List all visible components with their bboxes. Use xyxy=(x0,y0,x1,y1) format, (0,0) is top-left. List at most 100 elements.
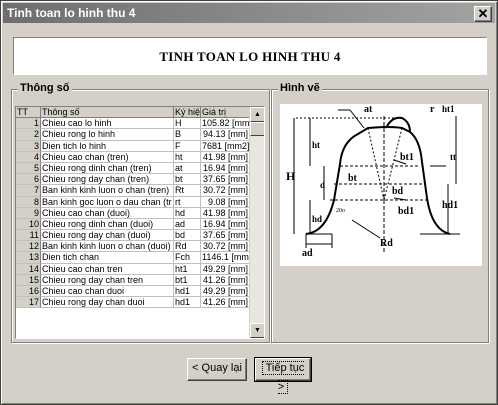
column-header-tt[interactable]: TT xyxy=(16,107,41,119)
row-symbol: ad xyxy=(174,218,201,231)
row-value: 16.94 [mm] xyxy=(201,218,250,231)
row-value: 7681 [mm2] xyxy=(201,140,250,152)
row-number: 16 xyxy=(16,286,41,298)
table-header-row: TT Thông số Ký hiệ Giá trị xyxy=(16,107,250,119)
label-bd: bd xyxy=(392,186,404,197)
row-param-name: Chieu rong dinh chan (duoi) xyxy=(41,218,174,231)
table-row[interactable]: 12 Ban kinh kinh luon o chan (duoi) Rd 30.7… xyxy=(16,241,250,253)
table-row[interactable]: 15 Chieu rong day chan tren bt1 41.26 [mm] xyxy=(16,274,250,286)
params-group: Thông số TT Thông số Ký hiệ Giá trị 1 Chi… xyxy=(11,82,270,343)
row-value: 16.94 [mm] xyxy=(201,162,250,175)
drawing-group: Hình vẽ at r ht1 ht bt1 H d bt bd tt bd1… xyxy=(271,82,489,343)
table-row[interactable]: 14 Chieu cao chan tren ht1 49.29 [mm] xyxy=(16,263,250,275)
label-H: H xyxy=(286,169,296,183)
row-symbol: hd1 xyxy=(174,286,201,298)
table-row[interactable]: 3 Dien tich lo hinh F 7681 [mm2] xyxy=(16,140,250,152)
row-symbol: rt xyxy=(174,196,201,208)
close-button[interactable]: ✕ xyxy=(474,6,492,22)
label-ad: ad xyxy=(302,248,313,259)
label-bt: bt xyxy=(348,173,358,184)
groove-diagram: at r ht1 ht bt1 H d bt bd tt bd1 hd1 hd … xyxy=(286,104,460,259)
row-param-name: Chieu rong dinh chan (tren) xyxy=(41,162,174,175)
params-table[interactable]: TT Thông số Ký hiệ Giá trị 1 Chieu cao lo… xyxy=(15,106,265,339)
row-param-name: Chieu cao chan duoi xyxy=(41,286,174,298)
next-button[interactable]: Tiếp tục > xyxy=(254,357,312,394)
row-value: 37.65 [mm] xyxy=(201,230,250,242)
row-value: 30.72 [mm] xyxy=(201,185,250,197)
row-param-name: Dien tich chan xyxy=(41,252,174,264)
table-row[interactable]: 6 Chieu rong day chan (tren) bt 37.65 [mm] xyxy=(16,174,250,186)
title-bar: Tinh toan lo hinh thu 4 ✕ xyxy=(3,3,495,23)
row-number: 7 xyxy=(16,185,41,197)
row-symbol: bt xyxy=(174,174,201,186)
params-table-body: TT Thông số Ký hiệ Giá trị 1 Chieu cao lo… xyxy=(16,107,250,309)
table-row[interactable]: 16 Chieu cao chan duoi hd1 49.29 [mm] xyxy=(16,286,250,298)
table-row[interactable]: 8 Ban kinh goc luon o dau chan (tr rt 9.08 … xyxy=(16,196,250,208)
row-value: 105.82 [mm] xyxy=(201,118,250,130)
label-r: r xyxy=(430,104,435,115)
row-symbol: F xyxy=(174,140,201,152)
row-number: 3 xyxy=(16,140,41,152)
row-value: 49.29 [mm] xyxy=(201,286,250,298)
next-button-label: Tiếp tục > xyxy=(261,361,305,394)
column-header-param[interactable]: Thông số xyxy=(41,107,174,119)
column-header-value[interactable]: Giá trị xyxy=(201,107,250,119)
label-bt1: bt1 xyxy=(400,152,414,163)
column-header-symbol[interactable]: Ký hiệ xyxy=(174,107,201,119)
row-value: 49.29 [mm] xyxy=(201,263,250,275)
row-value: 41.98 [mm] xyxy=(201,151,250,163)
row-symbol: at xyxy=(174,162,201,175)
row-symbol: B xyxy=(174,129,201,141)
row-symbol: Rt xyxy=(174,185,201,197)
header-panel: TINH TOAN LO HINH THU 4 xyxy=(13,37,487,75)
back-button-label: < Quay lại xyxy=(192,362,242,374)
row-symbol: H xyxy=(174,118,201,130)
row-number: 1 xyxy=(16,118,41,130)
label-angle: 20o xyxy=(336,208,345,214)
table-row[interactable]: 5 Chieu rong dinh chan (tren) at 16.94 [mm] xyxy=(16,162,250,175)
row-param-name: Chieu cao chan (tren) xyxy=(41,151,174,163)
row-param-name: Ban kinh kinh luon o chan (duoi) xyxy=(41,241,174,253)
table-row[interactable]: 10 Chieu rong dinh chan (duoi) ad 16.94 [mm… xyxy=(16,218,250,231)
params-group-label: Thông số xyxy=(18,82,72,94)
groove-drawing: at r ht1 ht bt1 H d bt bd tt bd1 hd1 hd … xyxy=(280,104,482,266)
drawing-group-label: Hình vẽ xyxy=(278,82,322,94)
row-number: 9 xyxy=(16,207,41,219)
row-value: 41.26 [mm] xyxy=(201,297,250,309)
row-number: 5 xyxy=(16,162,41,175)
row-param-name: Chieu cao chan (duoi) xyxy=(41,207,174,219)
row-symbol: Rd xyxy=(174,241,201,253)
label-hd: hd xyxy=(312,214,322,224)
row-number: 14 xyxy=(16,263,41,275)
scroll-up-icon[interactable]: ▲ xyxy=(250,107,264,122)
table-row[interactable]: 4 Chieu cao chan (tren) ht 41.98 [mm] xyxy=(16,151,250,163)
table-row[interactable]: 2 Chieu rong lo hinh B 94.13 [mm] xyxy=(16,129,250,141)
table-row[interactable]: 1 Chieu cao lo hinh H 105.82 [mm] xyxy=(16,118,250,130)
row-value: 94.13 [mm] xyxy=(201,129,250,141)
label-d: d xyxy=(320,180,325,190)
label-at: at xyxy=(364,104,373,115)
table-row[interactable]: 11 Chieu rong day chan (duoi) bd 37.65 [mm] xyxy=(16,230,250,242)
scroll-down-icon[interactable]: ▼ xyxy=(250,323,264,338)
row-symbol: hd xyxy=(174,207,201,219)
label-ht1: ht1 xyxy=(442,104,455,114)
back-button[interactable]: < Quay lại xyxy=(187,358,247,381)
row-symbol: ht1 xyxy=(174,263,201,275)
row-number: 13 xyxy=(16,252,41,264)
dialog-window: Tinh toan lo hinh thu 4 ✕ TINH TOAN LO H… xyxy=(0,0,498,405)
row-param-name: Ban kinh goc luon o dau chan (tr xyxy=(41,196,174,208)
row-symbol: hd1 xyxy=(174,297,201,309)
scroll-thumb[interactable] xyxy=(250,122,264,136)
row-value: 41.98 [mm] xyxy=(201,207,250,219)
table-row[interactable]: 7 Ban kinh kinh luon o chan (tren) Rt 30.72… xyxy=(16,185,250,197)
table-row[interactable]: 9 Chieu cao chan (duoi) hd 41.98 [mm] xyxy=(16,207,250,219)
row-param-name: Chieu rong day chan (tren) xyxy=(41,174,174,186)
table-row[interactable]: 17 Chieu rong day chan duoi hd1 41.26 [mm] xyxy=(16,297,250,309)
row-param-name: Chieu cao lo hinh xyxy=(41,118,174,130)
row-param-name: Chieu rong day chan tren xyxy=(41,274,174,286)
row-symbol: bt1 xyxy=(174,274,201,286)
table-scrollbar[interactable]: ▲ ▼ xyxy=(249,107,264,338)
table-row[interactable]: 13Dien tich chanFch1146.1 [mm2] xyxy=(16,252,250,264)
row-number: 12 xyxy=(16,241,41,253)
row-number: 6 xyxy=(16,174,41,186)
